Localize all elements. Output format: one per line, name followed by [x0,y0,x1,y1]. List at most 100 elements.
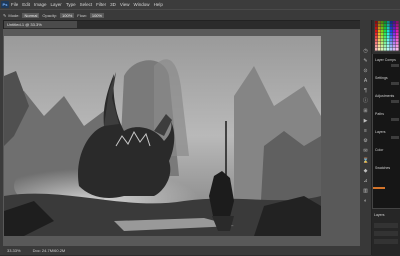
layer-row[interactable] [374,239,398,244]
swatches-panel[interactable] [374,20,400,52]
color-swatch[interactable] [384,27,387,30]
color-swatch[interactable] [393,24,396,27]
zoom-level[interactable]: 33.33% [7,248,21,253]
brush-panel-icon[interactable]: ✎ [363,58,369,64]
menu-window[interactable]: Window [134,2,150,7]
color-swatch[interactable] [375,39,378,42]
color-swatch[interactable] [381,24,384,27]
color-swatch[interactable] [390,27,393,30]
mode-select[interactable]: Normal [22,12,40,18]
styles-icon[interactable]: ◆ [363,168,369,174]
color-swatch[interactable] [393,30,396,33]
color-swatch[interactable] [381,21,384,24]
info-icon[interactable]: ⓘ [363,98,369,104]
menu-edit[interactable]: Edit [22,2,30,7]
color-swatch[interactable] [393,39,396,42]
color-swatch[interactable] [387,27,390,30]
color-swatch[interactable] [387,24,390,27]
color-swatch[interactable] [378,24,381,27]
color-swatch[interactable] [378,39,381,42]
actions-icon[interactable]: ▶ [363,118,369,124]
flow-field[interactable]: 100% [89,12,105,18]
measurement-icon[interactable]: ⊿ [363,178,369,184]
color-swatch[interactable] [393,33,396,36]
color-swatch[interactable] [384,21,387,24]
color-swatch[interactable] [375,21,378,24]
color-swatch[interactable] [384,42,387,45]
color-swatch[interactable] [384,33,387,36]
color-swatch[interactable] [375,42,378,45]
color-swatch[interactable] [390,45,393,48]
clone-source-icon[interactable]: ⊙ [363,68,369,74]
menu-3d[interactable]: 3D [110,2,116,7]
tool-presets-icon[interactable]: ⚙ [363,138,369,144]
color-swatch[interactable] [390,21,393,24]
layer-row[interactable] [374,223,398,228]
color-swatch[interactable] [390,42,393,45]
color-swatch[interactable] [378,27,381,30]
color-swatch[interactable] [384,24,387,27]
color-swatch[interactable] [378,33,381,36]
character-icon[interactable]: A [363,78,369,84]
layer-row[interactable] [374,231,398,236]
color-swatch[interactable] [393,45,396,48]
histogram-icon[interactable]: ▥ [363,188,369,194]
color-swatch[interactable] [390,36,393,39]
color-swatch[interactable] [387,21,390,24]
color-swatch[interactable] [381,48,384,51]
color-swatch[interactable] [375,33,378,36]
color-swatch[interactable] [384,48,387,51]
swatches-label[interactable]: Swatches [375,166,390,170]
opacity-field[interactable]: 100% [60,12,75,18]
layers-panel[interactable]: Layers [372,208,400,256]
history-icon[interactable]: ◷ [363,48,369,54]
color-swatch[interactable] [390,24,393,27]
color-swatch[interactable] [396,30,399,33]
menu-view[interactable]: View [120,2,130,7]
color-swatch[interactable] [381,42,384,45]
color-swatch[interactable] [387,45,390,48]
color-swatch[interactable] [387,30,390,33]
color-swatch[interactable] [387,42,390,45]
brush-tool-icon[interactable]: ✎ [3,13,6,18]
channels-icon[interactable]: ◐ [363,198,369,204]
timeline-icon[interactable]: ⌛ [363,158,369,164]
color-swatch[interactable] [396,33,399,36]
paths-label[interactable]: Paths [375,112,384,116]
color-swatch[interactable] [384,30,387,33]
color-label[interactable]: Color [375,148,383,152]
layer-comps-label[interactable]: Layer Comps [375,58,396,62]
notes-icon[interactable]: ✉ [363,148,369,154]
color-swatch[interactable] [390,39,393,42]
color-swatch[interactable] [393,36,396,39]
color-swatch[interactable] [375,27,378,30]
color-swatch[interactable] [396,48,399,51]
color-swatch[interactable] [384,36,387,39]
color-swatch[interactable] [396,45,399,48]
color-swatch[interactable] [387,48,390,51]
color-swatch[interactable] [390,48,393,51]
properties-icon[interactable]: ≡ [363,128,369,134]
color-swatch[interactable] [378,42,381,45]
document-tab[interactable]: Untitled-1 @ 33.3% [4,21,77,28]
menu-type[interactable]: Type [66,2,76,7]
color-swatch[interactable] [378,36,381,39]
color-swatch[interactable] [387,36,390,39]
menu-select[interactable]: Select [80,2,93,7]
color-swatch[interactable] [375,36,378,39]
color-swatch[interactable] [375,48,378,51]
color-swatch[interactable] [393,27,396,30]
color-swatch[interactable] [381,39,384,42]
color-swatch[interactable] [381,36,384,39]
color-swatch[interactable] [384,45,387,48]
menu-filter[interactable]: Filter [96,2,106,7]
navigator-icon[interactable]: ⊞ [363,108,369,114]
color-swatch[interactable] [396,21,399,24]
color-swatch[interactable] [390,30,393,33]
color-swatch[interactable] [378,30,381,33]
color-swatch[interactable] [375,24,378,27]
color-swatch[interactable] [387,39,390,42]
layers-panel-label[interactable]: Layers [375,130,386,134]
artwork-canvas[interactable] [4,36,321,236]
settings-label[interactable]: Settings [375,76,388,80]
